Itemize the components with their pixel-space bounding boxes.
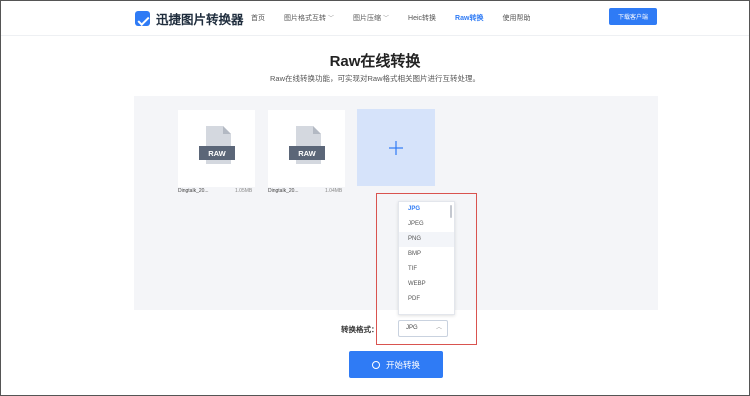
main-nav: 首页 图片格式互转 ﹀ 图片压缩 ﹀ Heic转换 Raw转换 使用帮助 — [251, 13, 549, 23]
file-size: 1.04MB — [325, 188, 343, 194]
file-name: Dingtalk_20... — [268, 188, 299, 194]
nav-item-heic[interactable]: Heic转换 — [408, 13, 436, 23]
file-card[interactable]: RAW — [268, 110, 345, 187]
nav-item-help[interactable]: 使用帮助 — [502, 13, 530, 23]
app-logo[interactable]: 迅捷图片转换器 — [135, 9, 244, 28]
logo-icon — [135, 11, 150, 26]
nav-item-label: 首页 — [251, 15, 265, 22]
start-convert-button[interactable]: 开始转换 — [349, 351, 443, 378]
raw-badge-text: RAW — [208, 149, 226, 158]
top-header: 迅捷图片转换器 首页 图片格式互转 ﹀ 图片压缩 ﹀ Heic转换 Raw转换 使用… — [0, 0, 750, 36]
nav-item-raw[interactable]: Raw转换 — [455, 13, 483, 23]
nav-item-format-convert[interactable]: 图片格式互转 ﹀ — [284, 13, 334, 23]
nav-item-label: Raw转换 — [455, 15, 484, 22]
page-subtitle: Raw在线转换功能，可实现对Raw格式相关图片进行互转处理。 — [269, 74, 480, 83]
chevron-down-icon: ﹀ — [383, 16, 390, 22]
logo-text: 迅捷图片转换器 — [156, 13, 244, 27]
format-selected-value: JPG — [406, 325, 418, 331]
chevron-up-icon: ︿ — [435, 325, 442, 331]
raw-file-icon: RAW — [199, 126, 235, 164]
format-label: 转换格式： — [341, 325, 379, 334]
page-title: Raw在线转换 — [329, 53, 421, 70]
raw-badge-text: RAW — [298, 149, 316, 158]
circle-icon — [371, 360, 380, 369]
file-name: Dingtalk_20... — [178, 188, 209, 194]
add-file-button[interactable] — [357, 109, 435, 186]
file-card[interactable]: RAW — [178, 110, 255, 187]
download-client-button[interactable]: 下载客户端 — [609, 8, 657, 25]
file-size: 1.05MB — [235, 188, 253, 194]
plus-icon — [389, 140, 403, 155]
nav-item-compress[interactable]: 图片压缩 ﹀ — [353, 13, 389, 23]
raw-file-icon: RAW — [289, 126, 325, 164]
format-select[interactable]: JPG ︿ — [398, 320, 448, 337]
nav-item-home[interactable]: 首页 — [251, 13, 265, 23]
nav-item-label: 图片格式互转 — [284, 15, 326, 22]
nav-item-label: 使用帮助 — [502, 15, 531, 22]
start-convert-label: 开始转换 — [385, 359, 420, 370]
chevron-down-icon: ﹀ — [328, 16, 335, 22]
nav-item-label: Heic转换 — [408, 15, 437, 22]
nav-item-label: 图片压缩 — [353, 15, 382, 22]
